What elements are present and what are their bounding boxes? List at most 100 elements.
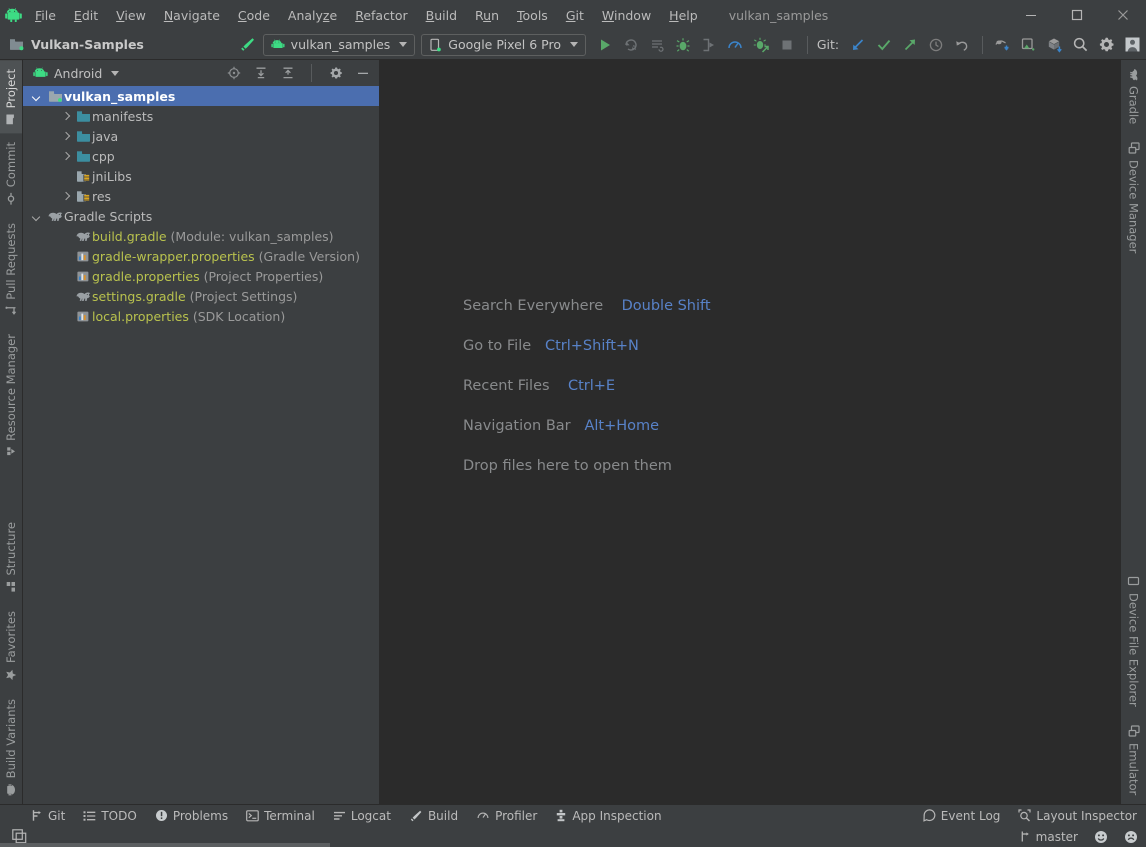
tool-button-layout-inspector[interactable]: Layout Inspector bbox=[1009, 807, 1146, 825]
tree-row-jnilibs[interactable]: jniLibs bbox=[23, 166, 379, 186]
expand-all-button[interactable] bbox=[250, 63, 271, 84]
chevron-right-icon[interactable] bbox=[61, 152, 70, 161]
profiler-button[interactable] bbox=[722, 32, 748, 58]
toggle-tool-windows-button[interactable] bbox=[4, 829, 35, 844]
hammer-icon bbox=[239, 36, 256, 53]
sidebar-item-device-file-explorer[interactable]: Device File Explorer bbox=[1121, 566, 1146, 716]
tool-button-app-inspection[interactable]: App Inspection bbox=[546, 807, 670, 825]
menu-navigate[interactable]: Navigate bbox=[155, 5, 229, 26]
menu-analyze[interactable]: Analyze bbox=[279, 5, 346, 26]
horizontal-scrollbar[interactable] bbox=[0, 843, 1146, 847]
feedback-happy-button[interactable] bbox=[1086, 830, 1116, 844]
tool-button-terminal[interactable]: Terminal bbox=[237, 807, 324, 825]
sidebar-item-favorites[interactable]: Favorites bbox=[0, 602, 22, 690]
select-opened-file-button[interactable] bbox=[223, 63, 244, 84]
hint-action-label: Search Everywhere bbox=[463, 298, 603, 314]
menu-window[interactable]: Window bbox=[593, 5, 660, 26]
stop-button[interactable] bbox=[774, 32, 800, 58]
history-button[interactable] bbox=[923, 32, 949, 58]
tool-button-todo[interactable]: TODO bbox=[74, 807, 145, 825]
push-button[interactable] bbox=[897, 32, 923, 58]
menu-code[interactable]: Code bbox=[229, 5, 279, 26]
search-everywhere-button[interactable] bbox=[1068, 32, 1094, 58]
apply-changes-button[interactable]: A bbox=[618, 32, 644, 58]
menu-run[interactable]: Run bbox=[466, 5, 508, 26]
chevron-down-icon[interactable] bbox=[33, 92, 42, 101]
project-tree[interactable]: vulkan_samples manifests java bbox=[23, 86, 379, 804]
tree-row-java[interactable]: java bbox=[23, 126, 379, 146]
sidebar-item-project[interactable]: Project bbox=[0, 60, 22, 133]
account-button[interactable] bbox=[1120, 32, 1146, 58]
sidebar-item-commit[interactable]: Commit bbox=[0, 133, 22, 213]
collapse-all-icon bbox=[281, 66, 295, 80]
tree-row-gradle-wrapper-properties[interactable]: gradle-wrapper.properties (Gradle Versio… bbox=[23, 246, 379, 266]
chevron-right-icon[interactable] bbox=[61, 112, 70, 121]
scrollbar-thumb[interactable] bbox=[0, 843, 330, 847]
menu-git[interactable]: Git bbox=[557, 5, 593, 26]
tree-row-build-gradle[interactable]: build.gradle (Module: vulkan_samples) bbox=[23, 226, 379, 246]
tree-row-gradle-properties[interactable]: gradle.properties (Project Properties) bbox=[23, 266, 379, 286]
tree-row-vulkan-samples[interactable]: vulkan_samples bbox=[23, 86, 379, 106]
hide-panel-button[interactable] bbox=[352, 63, 373, 84]
tool-button-label: Terminal bbox=[264, 809, 315, 823]
tool-button-logcat[interactable]: Logcat bbox=[324, 807, 400, 825]
git-branch-label: master bbox=[1036, 830, 1078, 844]
menu-help[interactable]: Help bbox=[660, 5, 707, 26]
sidebar-item-pull-requests[interactable]: Pull Requests bbox=[0, 214, 22, 326]
menu-file[interactable]: File bbox=[26, 5, 65, 26]
apply-code-changes-button[interactable] bbox=[644, 32, 670, 58]
menu-refactor[interactable]: Refactor bbox=[346, 5, 416, 26]
tree-row-cpp[interactable]: cpp bbox=[23, 146, 379, 166]
menu-bar: File Edit View Navigate Code Analyze Ref… bbox=[0, 0, 1146, 30]
tool-button-profiler[interactable]: Profiler bbox=[467, 807, 546, 825]
sidebar-item-build-variants[interactable]: Build Variants bbox=[0, 690, 22, 804]
tree-row-gradle-scripts[interactable]: Gradle Scripts bbox=[23, 206, 379, 226]
device-selector[interactable]: Google Pixel 6 Pro bbox=[421, 34, 586, 56]
update-project-button[interactable] bbox=[845, 32, 871, 58]
menu-edit[interactable]: Edit bbox=[65, 5, 107, 26]
feedback-sad-button[interactable] bbox=[1116, 830, 1146, 844]
close-icon[interactable] bbox=[1100, 0, 1146, 30]
chevron-right-icon[interactable] bbox=[61, 132, 70, 141]
sync-gradle-button[interactable] bbox=[1042, 32, 1068, 58]
editor-empty-area[interactable]: Search Everywhere Double Shift Go to Fil… bbox=[380, 60, 1120, 804]
menu-view[interactable]: View bbox=[107, 5, 155, 26]
tool-button-label: Profiler bbox=[495, 809, 537, 823]
commit-button[interactable] bbox=[871, 32, 897, 58]
sidebar-item-resource-manager[interactable]: Resource Manager bbox=[0, 325, 22, 467]
profile-app-button[interactable] bbox=[748, 32, 774, 58]
tree-row-settings-gradle[interactable]: settings.gradle (Project Settings) bbox=[23, 286, 379, 306]
avd-manager-button[interactable] bbox=[1016, 32, 1042, 58]
attach-debugger-button[interactable] bbox=[696, 32, 722, 58]
minimize-icon[interactable] bbox=[1008, 0, 1054, 30]
tool-button-build[interactable]: Build bbox=[400, 807, 467, 825]
project-view-selector[interactable]: Android bbox=[33, 66, 119, 81]
run-button[interactable] bbox=[592, 32, 618, 58]
folder-res-icon bbox=[74, 170, 92, 183]
tree-row-res[interactable]: res bbox=[23, 186, 379, 206]
panel-settings-button[interactable] bbox=[325, 63, 346, 84]
sidebar-item-structure[interactable]: Structure bbox=[0, 513, 22, 602]
debug-button[interactable] bbox=[670, 32, 696, 58]
menu-build[interactable]: Build bbox=[417, 5, 466, 26]
tree-row-manifests[interactable]: manifests bbox=[23, 106, 379, 126]
git-branch-widget[interactable]: master bbox=[1012, 830, 1086, 844]
rollback-button[interactable] bbox=[949, 32, 975, 58]
settings-button[interactable] bbox=[1094, 32, 1120, 58]
sidebar-item-emulator[interactable]: Emulator bbox=[1121, 716, 1146, 804]
sidebar-item-gradle[interactable]: Gradle bbox=[1121, 60, 1146, 133]
tool-button-problems[interactable]: Problems bbox=[146, 807, 237, 825]
menu-tools[interactable]: Tools bbox=[508, 5, 557, 26]
chevron-right-icon[interactable] bbox=[61, 192, 70, 201]
sidebar-item-device-manager[interactable]: Device Manager bbox=[1121, 133, 1146, 262]
tool-button-git[interactable]: Git bbox=[22, 807, 74, 825]
tree-row-local-properties[interactable]: local.properties (SDK Location) bbox=[23, 306, 379, 326]
maximize-icon[interactable] bbox=[1054, 0, 1100, 30]
module-folder-icon bbox=[46, 90, 64, 103]
run-configuration-selector[interactable]: vulkan_samples bbox=[263, 34, 416, 56]
chevron-down-icon[interactable] bbox=[33, 212, 42, 221]
tool-button-event-log[interactable]: Event Log bbox=[914, 807, 1010, 825]
sdk-manager-button[interactable] bbox=[990, 32, 1016, 58]
build-hammer-button[interactable] bbox=[233, 36, 262, 53]
collapse-all-button[interactable] bbox=[277, 63, 298, 84]
